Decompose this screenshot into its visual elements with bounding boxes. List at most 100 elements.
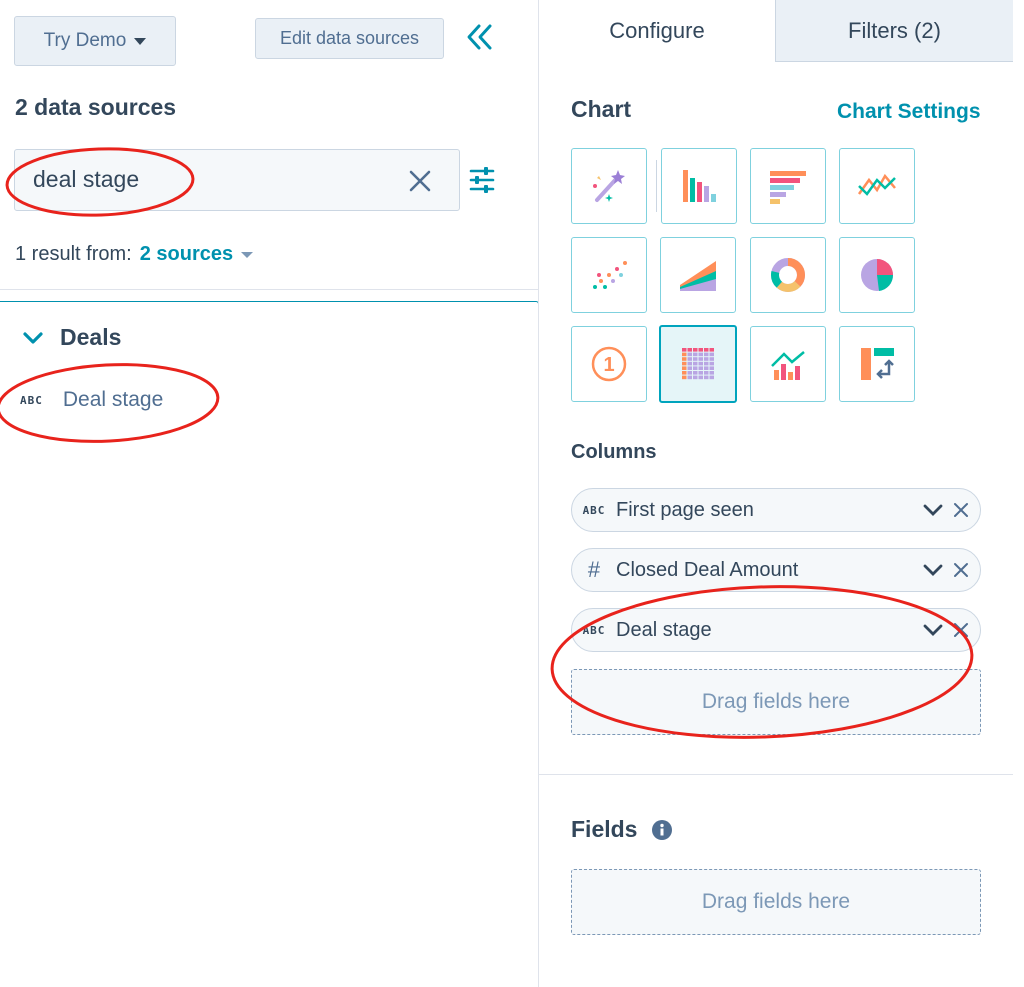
table-icon-cell bbox=[704, 352, 709, 357]
table-icon-cell bbox=[693, 366, 698, 370]
table-icon-cell bbox=[698, 357, 703, 361]
table-icon-cell bbox=[682, 352, 687, 357]
chart-type-vertical-bar-button[interactable] bbox=[661, 148, 737, 224]
chart-type-pivot-button[interactable] bbox=[839, 326, 915, 402]
field-results-list: Deals ABC Deal stage bbox=[0, 301, 539, 987]
table-icon-cell bbox=[709, 348, 714, 352]
column-pill-first-page-seen[interactable]: ABC First page seen bbox=[571, 488, 981, 532]
chevron-down-icon[interactable] bbox=[922, 499, 944, 521]
chart-type-horizontal-bar-button[interactable] bbox=[750, 148, 826, 224]
table-icon-cell bbox=[682, 371, 687, 375]
chart-type-magic-button[interactable] bbox=[571, 148, 647, 224]
try-demo-button[interactable]: Try Demo bbox=[14, 16, 176, 66]
table-icon-cell bbox=[682, 348, 687, 352]
summary-number-text: 1 bbox=[603, 354, 614, 376]
search-input-value: deal stage bbox=[33, 166, 140, 192]
chart-type-combo-button[interactable] bbox=[750, 326, 826, 402]
chart-type-area-button[interactable] bbox=[660, 237, 736, 313]
table-icon-cell bbox=[693, 352, 698, 357]
remove-column-icon[interactable] bbox=[952, 561, 970, 579]
chart-type-line-button[interactable] bbox=[839, 148, 915, 224]
remove-column-icon[interactable] bbox=[952, 501, 970, 519]
filter-sliders-icon[interactable] bbox=[469, 166, 495, 194]
table-icon-cell bbox=[709, 352, 714, 357]
chevron-down-icon bbox=[23, 331, 43, 344]
chart-settings-link[interactable]: Chart Settings bbox=[837, 100, 981, 124]
chart-type-table-button[interactable] bbox=[659, 325, 737, 403]
fields-drop-zone[interactable]: Drag fields here bbox=[571, 869, 981, 935]
tab-filters[interactable]: Filters (2) bbox=[775, 0, 1013, 62]
clear-search-icon[interactable] bbox=[407, 168, 433, 194]
edit-data-sources-button[interactable]: Edit data sources bbox=[255, 18, 444, 59]
table-icon-cell bbox=[704, 366, 709, 370]
table-icon-cell bbox=[698, 348, 703, 352]
column-label: Deal stage bbox=[616, 618, 712, 641]
edit-data-sources-label: Edit data sources bbox=[279, 28, 420, 48]
magic-wand-icon bbox=[593, 170, 625, 202]
table-icon-cell bbox=[693, 348, 698, 352]
data-sources-title: 2 data sources bbox=[15, 94, 177, 120]
field-label: Deal stage bbox=[62, 388, 164, 411]
table-icon-cell bbox=[704, 375, 709, 380]
try-demo-label: Try Demo bbox=[43, 30, 127, 51]
group-header-deals[interactable]: Deals bbox=[22, 324, 121, 351]
chart-type-scatter-button[interactable] bbox=[571, 237, 647, 313]
caret-down-icon bbox=[134, 37, 147, 45]
text-type-icon: ABC bbox=[582, 503, 606, 517]
table-icon-cell bbox=[687, 375, 692, 380]
table-icon-cell bbox=[709, 361, 714, 366]
chart-type-donut-button[interactable] bbox=[750, 237, 826, 313]
chart-type-summary-button[interactable]: 1 bbox=[571, 326, 647, 402]
table-icon-cell bbox=[687, 371, 692, 375]
columns-section-title: Columns bbox=[571, 441, 657, 463]
table-icon-cell bbox=[687, 357, 692, 361]
field-search-input[interactable]: deal stage bbox=[14, 149, 460, 211]
donut-chart-icon bbox=[771, 258, 805, 292]
combo-chart-icon bbox=[771, 351, 805, 380]
table-icon-cell bbox=[687, 352, 692, 357]
data-sources-panel: Try Demo Edit data sources 2 data source… bbox=[0, 0, 540, 987]
info-icon[interactable] bbox=[651, 819, 673, 841]
column-pill-deal-stage[interactable]: ABC Deal stage bbox=[571, 608, 981, 652]
tab-configure[interactable]: Configure bbox=[539, 0, 775, 62]
group-label: Deals bbox=[60, 324, 122, 350]
columns-drop-zone[interactable]: Drag fields here bbox=[571, 669, 981, 735]
table-icon-cell bbox=[693, 357, 698, 361]
table-icon-cell bbox=[709, 371, 714, 375]
text-type-icon: ABC bbox=[582, 623, 606, 637]
sources-dropdown-link[interactable]: 2 sources bbox=[140, 243, 254, 266]
list-item[interactable]: ABC Deal stage bbox=[20, 388, 163, 412]
fields-title-label: Fields bbox=[571, 816, 638, 842]
remove-column-icon[interactable] bbox=[952, 621, 970, 639]
chevron-down-icon[interactable] bbox=[922, 619, 944, 641]
chart-section-title: Chart bbox=[571, 96, 632, 122]
table-icon-cell bbox=[704, 371, 709, 375]
table-icon-cell bbox=[687, 361, 692, 366]
table-icon-cell bbox=[698, 361, 703, 366]
table-icon-cell bbox=[693, 371, 698, 375]
pie-chart-icon bbox=[861, 259, 894, 291]
table-icon-cell bbox=[704, 361, 709, 366]
collapse-panel-icon[interactable] bbox=[462, 20, 496, 54]
table-icon-cell bbox=[682, 375, 687, 380]
divider bbox=[0, 289, 540, 290]
table-icon-cell bbox=[709, 357, 714, 361]
chart-type-grid: 1 bbox=[571, 148, 917, 404]
chart-type-pie-button[interactable] bbox=[839, 237, 915, 313]
table-icon-cell bbox=[698, 352, 703, 357]
area-chart-icon bbox=[680, 261, 716, 291]
divider bbox=[656, 160, 657, 212]
tab-label: Configure bbox=[609, 18, 705, 43]
number-type-icon: # bbox=[587, 557, 601, 582]
table-icon-cell bbox=[698, 371, 703, 375]
table-icon-cell bbox=[709, 366, 714, 370]
column-pill-closed-deal-amount[interactable]: # Closed Deal Amount bbox=[571, 548, 981, 592]
table-icon-cell bbox=[682, 366, 687, 370]
chevron-down-icon[interactable] bbox=[922, 559, 944, 581]
horizontal-bar-chart-icon bbox=[770, 171, 806, 204]
table-icon-cell bbox=[704, 357, 709, 361]
text-type-icon: ABC bbox=[20, 393, 43, 407]
table-icon-cell bbox=[693, 361, 698, 366]
search-result-summary: 1 result from: 2 sources bbox=[15, 243, 254, 266]
scatter-chart-icon bbox=[593, 261, 627, 289]
